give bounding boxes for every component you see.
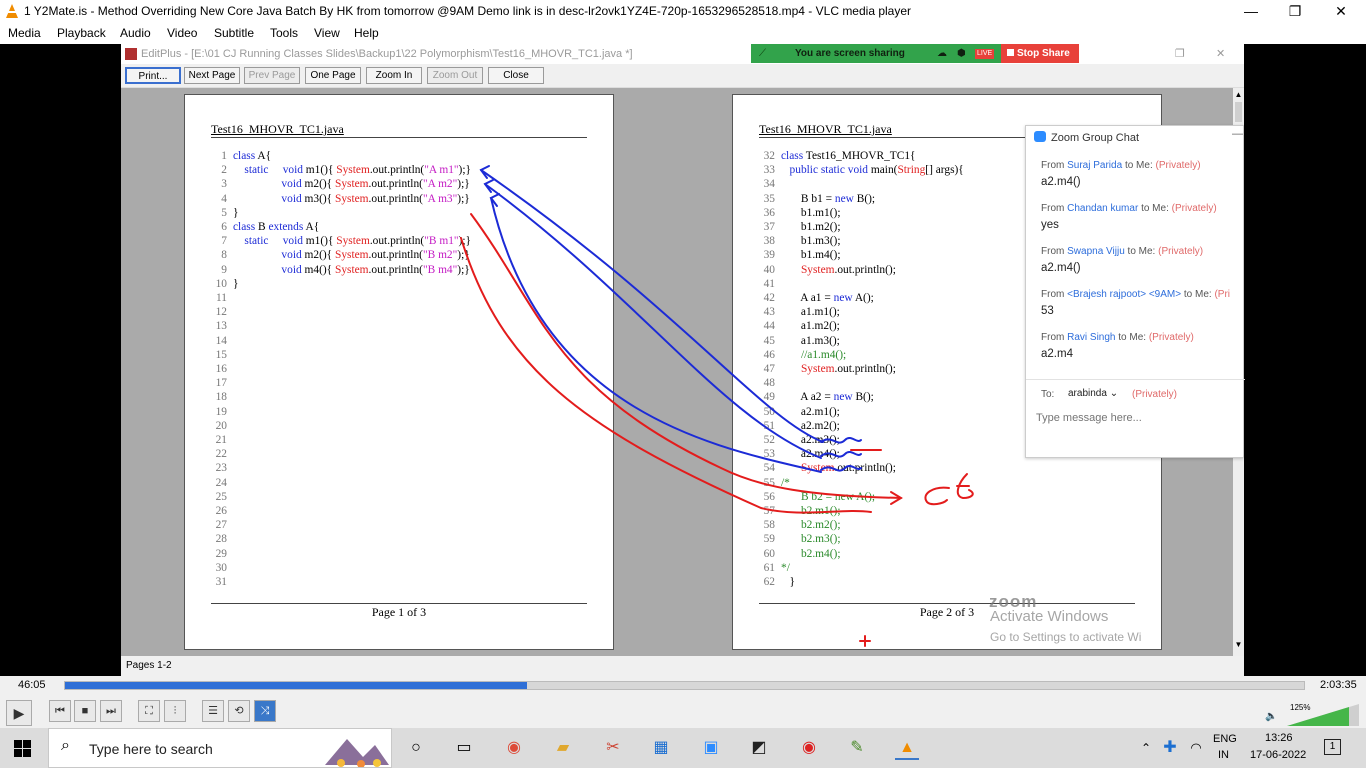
chrome-icon[interactable]: ◉: [502, 736, 526, 760]
minimize-button[interactable]: —: [1228, 0, 1274, 23]
clock-date[interactable]: 17-06-2022: [1250, 749, 1306, 761]
screen-share-label: You are screen sharing: [795, 48, 905, 59]
prev-page-button[interactable]: Prev Page: [244, 67, 300, 84]
next-icon[interactable]: ⏭: [100, 700, 122, 722]
network-icon[interactable]: ◠: [1184, 736, 1208, 760]
sticky-notes-icon[interactable]: ◩: [747, 736, 771, 760]
privacy-label: (Privately): [1132, 389, 1178, 400]
screen-share-bar: ⟋ You are screen sharing ☁ ⬢ LIVE Stop S…: [751, 44, 1079, 63]
activate-windows-title: Activate Windows: [990, 608, 1109, 625]
scroll-up-icon[interactable]: ▲: [1233, 90, 1244, 99]
live-badge: LIVE: [975, 49, 995, 59]
notifications-icon[interactable]: 1: [1324, 739, 1341, 755]
vlc-cone-icon: [6, 4, 18, 18]
speaker-icon[interactable]: 🔈: [1265, 711, 1277, 722]
prev-icon[interactable]: ⏮: [49, 700, 71, 722]
one-page-button[interactable]: One Page: [305, 67, 361, 84]
to-label: To:: [1041, 389, 1055, 400]
ep-close-button[interactable]: ✕: [1216, 44, 1225, 64]
fullscreen-icon[interactable]: ⛶: [138, 700, 160, 722]
chat-message: From Swapna Vijju to Me: (Privately) a2.m…: [1041, 246, 1204, 274]
recipient-dropdown[interactable]: arabinda ⌄: [1062, 385, 1124, 403]
menu-media[interactable]: Media: [8, 23, 41, 44]
editplus-title: EditPlus - [E:\01 CJ Running Classes Sli…: [141, 48, 633, 60]
search-icon: ⌕: [61, 737, 70, 754]
next-page-button[interactable]: Next Page: [184, 67, 240, 84]
seek-bar-fill: [65, 682, 528, 689]
vlc-taskbar-icon[interactable]: ▲: [895, 736, 919, 760]
menu-help[interactable]: Help: [354, 23, 379, 44]
chat-message: From Suraj Parida to Me: (Privately) a2.m…: [1041, 160, 1201, 188]
drag-handle-icon[interactable]: ⟋: [759, 44, 766, 63]
windows-taskbar: ⌕ Type here to search ○ ▭ ◉ ▰ ✂ ▦ ▣ ◩ ◉ …: [0, 728, 1366, 768]
stop-share-button[interactable]: Stop Share: [1001, 44, 1079, 63]
menu-subtitle[interactable]: Subtitle: [214, 23, 254, 44]
language-code[interactable]: ENG: [1213, 733, 1237, 745]
cortana-icon[interactable]: ○: [404, 736, 428, 760]
menu-playback[interactable]: Playback: [57, 23, 106, 44]
play-button[interactable]: ▶: [6, 700, 32, 726]
close-preview-button[interactable]: Close: [488, 67, 544, 84]
zoom-group-chat: Zoom Group Chat — From Suraj Parida to M…: [1025, 125, 1245, 458]
menu-audio[interactable]: Audio: [120, 23, 151, 44]
zoom-in-button[interactable]: Zoom In: [366, 67, 422, 84]
stop-icon[interactable]: ■: [74, 700, 96, 722]
store-icon[interactable]: ▦: [649, 736, 673, 760]
show-hidden-icons[interactable]: ⌃: [1134, 736, 1158, 760]
extended-settings-icon[interactable]: ⫶: [164, 700, 186, 722]
cloud-icon: ☁: [937, 48, 947, 59]
vlc-title-bar: 1 Y2Mate.is - Method Overriding New Core…: [0, 0, 1366, 23]
close-button[interactable]: ✕: [1318, 0, 1364, 23]
menu-view[interactable]: View: [314, 23, 340, 44]
task-view-icon[interactable]: ▭: [452, 736, 476, 760]
volume-slider[interactable]: [1287, 704, 1359, 726]
chat-divider: [1026, 379, 1245, 380]
windows-start-icon[interactable]: [14, 740, 31, 762]
zoom-app-icon[interactable]: ▣: [699, 736, 723, 760]
menu-video[interactable]: Video: [167, 23, 197, 44]
chat-message: From Ravi Singh to Me: (Privately) a2.m4: [1041, 332, 1194, 360]
shield-icon: ⬢: [957, 48, 966, 59]
stop-icon: [1007, 49, 1014, 56]
restore-button[interactable]: ❐: [1272, 0, 1318, 23]
activate-windows-hint: Go to Settings to activate Wi: [990, 630, 1142, 644]
scroll-thumb[interactable]: [1235, 102, 1242, 122]
recorder-icon[interactable]: ◉: [797, 736, 821, 760]
search-placeholder: Type here to search: [89, 741, 213, 757]
editplus-icon: [125, 48, 137, 60]
seek-bar[interactable]: [64, 681, 1305, 690]
chat-minimize-button[interactable]: —: [1232, 128, 1243, 140]
playlist-icon[interactable]: ☰: [202, 700, 224, 722]
vlc-controls: 46:05 2:03:35 ▶ ⏮ ■ ⏭ ⛶ ⫶ ☰ ⟲ ⤨ 🔈 125%: [0, 676, 1366, 728]
editplus-title-bar: EditPlus - [E:\01 CJ Running Classes Sli…: [121, 44, 1244, 64]
chat-icon: [1034, 131, 1046, 142]
editplus-status-bar: Pages 1-2: [121, 656, 1244, 676]
snipping-tool-icon[interactable]: ✂: [601, 736, 625, 760]
stop-share-label: Stop Share: [1017, 48, 1070, 59]
shuffle-icon[interactable]: ⤨: [254, 700, 276, 722]
ep-restore-button[interactable]: ❐: [1175, 44, 1185, 64]
plus-tray-icon[interactable]: ✚: [1158, 736, 1182, 760]
loop-icon[interactable]: ⟲: [228, 700, 250, 722]
scroll-down-icon[interactable]: ▼: [1233, 640, 1244, 649]
time-elapsed: 46:05: [18, 679, 46, 691]
chat-message-input[interactable]: [1036, 408, 1234, 428]
time-total: 2:03:35: [1320, 679, 1357, 691]
menu-tools[interactable]: Tools: [270, 23, 298, 44]
vlc-menu-bar: Media Playback Audio Video Subtitle Tool…: [0, 23, 1366, 44]
search-highlight-art: [325, 739, 389, 767]
chat-title: Zoom Group Chat: [1051, 132, 1140, 144]
chat-message: From <Brajesh rajpoot> <9AM> to Me: (Pri…: [1041, 289, 1231, 317]
chat-message: From Chandan kumar to Me: (Privately) yes: [1041, 203, 1217, 231]
language-region[interactable]: IN: [1218, 749, 1229, 761]
window-title: 1 Y2Mate.is - Method Overriding New Core…: [24, 4, 912, 18]
pages-status: Pages 1-2: [126, 660, 172, 671]
zoom-out-button[interactable]: Zoom Out: [427, 67, 483, 84]
clock-time[interactable]: 13:26: [1265, 732, 1293, 744]
print-button[interactable]: Print...: [125, 67, 181, 84]
taskbar-search-box[interactable]: ⌕ Type here to search: [48, 728, 392, 768]
editplus-taskbar-icon[interactable]: ✎: [845, 736, 869, 760]
file-explorer-icon[interactable]: ▰: [551, 736, 575, 760]
print-preview-toolbar: Print... Next Page Prev Page One Page Zo…: [121, 64, 1244, 88]
